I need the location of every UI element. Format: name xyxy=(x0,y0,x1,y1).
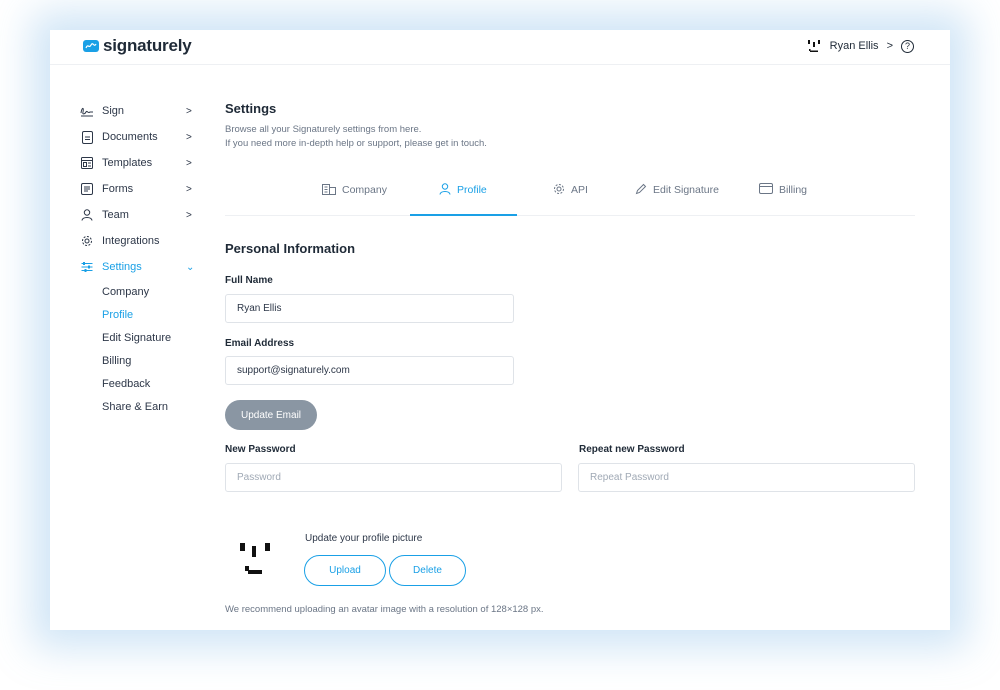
sidebar-subitem-billing[interactable]: Billing xyxy=(80,349,220,372)
tab-api[interactable]: API xyxy=(553,178,588,216)
main-content: Settings Browse all your Signaturely set… xyxy=(225,30,915,630)
chevron-right-icon: > xyxy=(186,131,192,143)
sidebar-subitem-feedback[interactable]: Feedback xyxy=(80,372,220,395)
repeat-password-label: Repeat new Password xyxy=(579,444,685,455)
sidebar-item-integrations[interactable]: Integrations xyxy=(80,228,220,254)
tab-billing[interactable]: Billing xyxy=(759,178,807,216)
document-icon xyxy=(80,130,94,144)
sidebar-subitem-company[interactable]: Company xyxy=(80,280,220,303)
update-email-button[interactable]: Update Email xyxy=(225,400,317,430)
sidebar-subitem-edit-signature[interactable]: Edit Signature xyxy=(80,326,220,349)
chevron-down-icon: ⌄ xyxy=(186,261,195,273)
repeat-password-input[interactable] xyxy=(578,463,915,492)
logo-mark-icon xyxy=(83,40,99,52)
chevron-right-icon: > xyxy=(186,157,192,169)
card-icon xyxy=(759,183,773,197)
sidebar-nav: Sign > Documents > Templates > Forms > T… xyxy=(80,98,220,418)
pencil-icon xyxy=(635,183,647,198)
forms-icon xyxy=(80,182,94,196)
sign-icon xyxy=(80,104,94,118)
profile-picture-label: Update your profile picture xyxy=(305,533,423,544)
sidebar-item-sign[interactable]: Sign > xyxy=(80,98,220,124)
upload-button[interactable]: Upload xyxy=(304,555,386,586)
email-label: Email Address xyxy=(225,338,295,349)
settings-sliders-icon xyxy=(80,260,94,274)
email-input[interactable] xyxy=(225,356,514,385)
chevron-right-icon: > xyxy=(186,105,192,117)
page-title: Settings xyxy=(225,101,277,116)
sidebar-item-documents[interactable]: Documents > xyxy=(80,124,220,150)
brand-name: signaturely xyxy=(103,36,192,55)
full-name-input[interactable] xyxy=(225,294,514,323)
gear-icon xyxy=(553,183,565,198)
sidebar-subitem-share-earn[interactable]: Share & Earn xyxy=(80,395,220,418)
sidebar-item-forms[interactable]: Forms > xyxy=(80,176,220,202)
profile-avatar xyxy=(237,540,273,580)
app-window: signaturely Ryan Ellis > ? Sign > Docume… xyxy=(50,30,950,630)
active-tab-indicator xyxy=(410,214,517,216)
sidebar-item-team[interactable]: Team > xyxy=(80,202,220,228)
tab-profile[interactable]: Profile xyxy=(439,178,487,216)
chevron-right-icon: > xyxy=(186,183,192,195)
templates-icon xyxy=(80,156,94,170)
new-password-label: New Password xyxy=(225,444,296,455)
building-icon xyxy=(322,182,336,198)
avatar-recommendation: We recommend uploading an avatar image w… xyxy=(225,604,544,615)
brand-logo[interactable]: signaturely xyxy=(83,36,192,56)
delete-button[interactable]: Delete xyxy=(389,555,466,586)
sidebar-item-settings[interactable]: Settings ⌄ xyxy=(80,254,220,280)
tab-edit-signature[interactable]: Edit Signature xyxy=(635,178,719,216)
new-password-input[interactable] xyxy=(225,463,562,492)
tab-company[interactable]: Company xyxy=(322,178,387,216)
user-icon xyxy=(439,182,451,198)
full-name-label: Full Name xyxy=(225,275,273,286)
integrations-icon xyxy=(80,234,94,248)
settings-tabs: Company Profile API Edit Signature Billi… xyxy=(225,178,915,216)
sidebar-subitem-profile[interactable]: Profile xyxy=(80,303,220,326)
section-title: Personal Information xyxy=(225,241,356,256)
chevron-right-icon: > xyxy=(186,209,192,221)
sidebar-item-templates[interactable]: Templates > xyxy=(80,150,220,176)
page-description: Browse all your Signaturely settings fro… xyxy=(225,124,487,149)
team-icon xyxy=(80,208,94,222)
